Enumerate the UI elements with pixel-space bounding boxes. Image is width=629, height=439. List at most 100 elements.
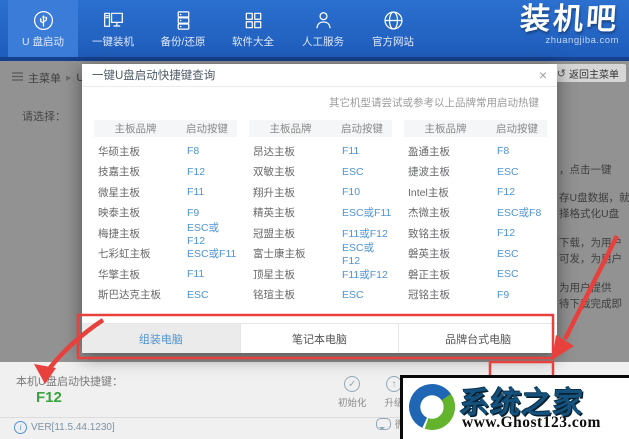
hotkey-cell: F11 xyxy=(332,145,392,157)
back-to-main-menu-button[interactable]: ↺ 返回主菜单 xyxy=(550,64,626,82)
logo-text: 装机吧 xyxy=(519,3,620,37)
hotkey-cell: F11 xyxy=(177,186,237,198)
nav-item-label: 软件大全 xyxy=(232,34,274,49)
table-header-row: 主板品牌启动按键 xyxy=(404,120,547,137)
info-icon: i xyxy=(14,421,27,434)
clipped-text-line: 可发，为用户 xyxy=(559,251,629,266)
initialize-button[interactable]: ✓初始化 xyxy=(338,376,367,409)
breadcrumb-separator-icon: ▶ xyxy=(66,74,71,82)
brand-cell: 杰微主板 xyxy=(404,205,487,220)
tab-2[interactable]: 品牌台式电脑 xyxy=(399,324,557,353)
hotkey-cell: F11或F12 xyxy=(332,267,392,282)
hotkey-cell: ESC或F8 xyxy=(487,205,547,220)
table-row: 双敏主板ESC xyxy=(249,162,392,183)
brand-cell: 华擎主板 xyxy=(94,267,177,282)
hotkey-cell: F11 xyxy=(177,268,237,280)
version-row: i VER[11.5.44.1230] xyxy=(14,421,115,434)
brand-cell: 精英主板 xyxy=(249,205,332,220)
hotkey-cell: ESC xyxy=(332,166,392,178)
hotkey-cell: F9 xyxy=(177,207,237,219)
dialog-header: 一键U盘启动快捷键查询 × xyxy=(82,64,557,87)
table-row: 华硕主板F8 xyxy=(94,141,237,162)
hotkey-cell: ESC xyxy=(332,289,392,301)
hotkey-cell: F12 xyxy=(487,186,547,198)
table-row: 精英主板ESC或F11 xyxy=(249,203,392,224)
hotkey-cell: F11或F12 xyxy=(332,226,392,241)
table-row: 梅捷主板ESC或F12 xyxy=(94,223,237,244)
app-window: { "topbar": { "items": [ {"label": "U 盘启… xyxy=(0,0,629,439)
table-row: 微星主板F11 xyxy=(94,182,237,203)
nav-item-label: 人工服务 xyxy=(302,34,344,49)
table-row: 华擎主板F11 xyxy=(94,264,237,285)
hotkey-cell: F12 xyxy=(487,227,547,239)
website-icon xyxy=(382,9,405,32)
breadcrumb[interactable]: 主菜单 ▶ U xyxy=(12,70,84,86)
table-row: Intel主板F12 xyxy=(404,182,547,203)
table-column-group-2: 主板品牌启动按键盈通主板F8捷波主板ESCIntel主板F12杰微主板ESC或F… xyxy=(404,120,547,305)
hotkey-cell: F8 xyxy=(487,145,547,157)
nav-item-5[interactable]: 官方网站 xyxy=(358,0,428,57)
clipped-text-line: 下载，为用户 xyxy=(559,235,629,250)
tab-0[interactable]: 组装电脑 xyxy=(82,324,241,353)
brand-cell: 富士康主板 xyxy=(249,246,332,261)
table-row: 斯巴达克主板ESC xyxy=(94,285,237,306)
clipped-text-line: 存U盘数据，就 xyxy=(559,190,629,205)
tab-1[interactable]: 笔记本电脑 xyxy=(241,324,400,353)
clipped-text-line: 择格式化U盘 xyxy=(559,206,629,221)
hotkey-cell: F12 xyxy=(177,166,237,178)
select-prompt: 请选择： xyxy=(22,108,66,124)
breadcrumb-root[interactable]: 主菜单 xyxy=(28,70,61,86)
hotkey-cell: ESC xyxy=(487,248,547,260)
nav-item-label: 备份/还原 xyxy=(161,34,206,49)
table-row: 顶星主板F11或F12 xyxy=(249,264,392,285)
brand-cell: 昂达主板 xyxy=(249,144,332,159)
table-column-group-1: 主板品牌启动按键昂达主板F11双敏主板ESC翔升主板F10精英主板ESC或F11… xyxy=(249,120,392,305)
brand-cell: 微星主板 xyxy=(94,185,177,200)
apps-icon xyxy=(242,9,265,32)
brand-cell: 翔升主板 xyxy=(249,185,332,200)
nav-item-3[interactable]: 软件大全 xyxy=(218,0,288,57)
dialog-note: 其它机型请尝试或参考以上品牌常用启动热键 xyxy=(82,87,557,110)
brand-cell: 斯巴达克主板 xyxy=(94,287,177,302)
nav-item-4[interactable]: 人工服务 xyxy=(288,0,358,57)
close-icon[interactable]: × xyxy=(539,68,547,82)
brand-cell: 冠盟主板 xyxy=(249,226,332,241)
key-header: 启动按键 xyxy=(487,121,547,136)
topbar-nav: U 盘启动一键装机 备份/还原 软件大全 人工服务 官方网站 xyxy=(8,0,428,57)
brand-cell: 磐正主板 xyxy=(404,267,487,282)
brand-cell: 盈通主板 xyxy=(404,144,487,159)
clipped-text-line: 待下载完成即 xyxy=(559,296,629,311)
key-header: 启动按键 xyxy=(177,121,237,136)
table-column-group-0: 主板品牌启动按键华硕主板F8技嘉主板F12微星主板F11映泰主板F9梅捷主板ES… xyxy=(94,120,237,305)
nav-item-0[interactable]: U 盘启动 xyxy=(8,0,78,57)
table-row: 冠铭主板F9 xyxy=(404,285,547,306)
table-row: 磐正主板ESC xyxy=(404,264,547,285)
brand-cell: 梅捷主板 xyxy=(94,226,177,241)
table-row: 致铭主板F12 xyxy=(404,223,547,244)
clipped-text-line: ，点击一键 xyxy=(559,162,629,177)
table-row: 捷波主板ESC xyxy=(404,162,547,183)
brand-cell: 冠铭主板 xyxy=(404,287,487,302)
local-hotkey-value: F12 xyxy=(36,389,62,406)
top-navigation-bar: U 盘启动一键装机备份/还原软件大全人工服务官方网站 装机吧 zhuangjib… xyxy=(0,0,629,61)
brand-cell: 双敏主板 xyxy=(249,164,332,179)
brand-header: 主板品牌 xyxy=(249,121,332,136)
nav-item-1[interactable]: 一键装机 xyxy=(78,0,148,57)
table-row: 翔升主板F10 xyxy=(249,182,392,203)
nav-item-label: 官方网站 xyxy=(372,34,414,49)
table-row: 技嘉主板F12 xyxy=(94,162,237,183)
ghost123-watermark: 系统之家 www.Ghost123.com xyxy=(400,375,629,439)
hotkey-cell: F10 xyxy=(332,186,392,198)
key-header: 启动按键 xyxy=(332,121,392,136)
table-row: 盈通主板F8 xyxy=(404,141,547,162)
action-label: 初始化 xyxy=(338,395,367,409)
ghost123-logo-icon xyxy=(406,381,458,438)
hotkey-cell: ESC或F12 xyxy=(177,220,237,247)
brand-cell: 技嘉主板 xyxy=(94,164,177,179)
nav-item-2[interactable]: 备份/还原 xyxy=(148,0,218,57)
nav-item-label: 一键装机 xyxy=(92,34,134,49)
brand-cell: 七彩虹主板 xyxy=(94,246,177,261)
usb-icon xyxy=(32,9,55,32)
table-row: 富士康主板ESC或F12 xyxy=(249,244,392,265)
wechat-icon xyxy=(376,418,391,430)
